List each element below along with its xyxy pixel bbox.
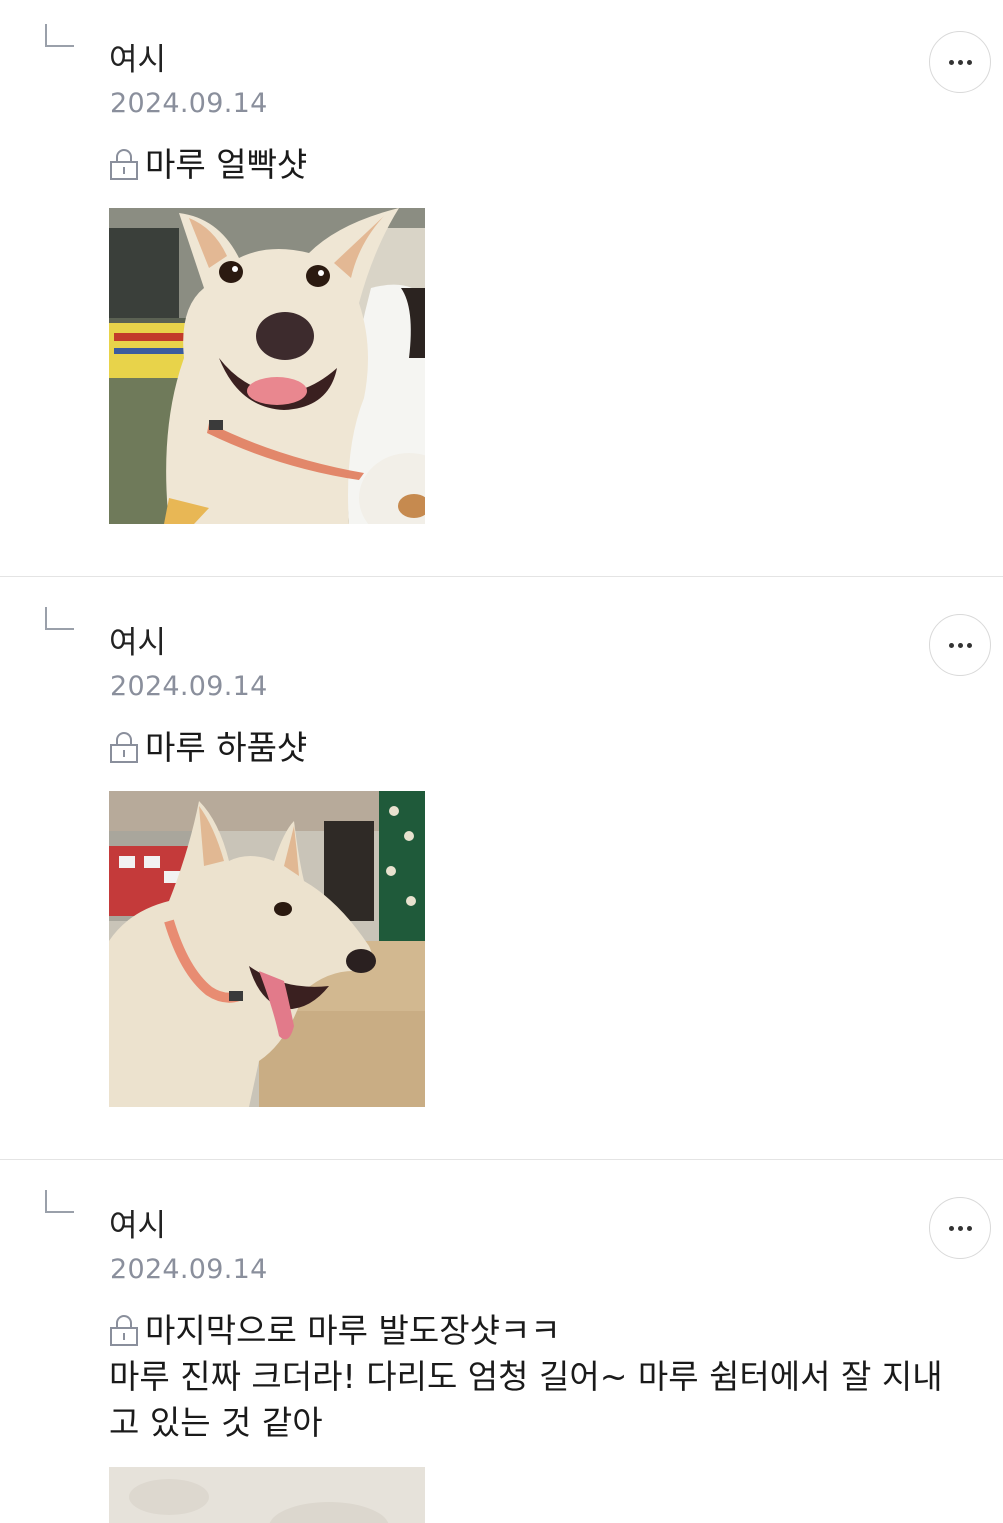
comment-item: 여시 2024.09.14 마루 하품샷 xyxy=(0,583,1003,1160)
comment-text: 마지막으로 마루 발도장샷ㅋㅋ xyxy=(145,1311,561,1350)
comment-line: 마루 얼빡샷 xyxy=(109,142,979,188)
more-options-button[interactable] xyxy=(929,614,991,676)
divider xyxy=(0,1159,1003,1160)
reply-arrow-icon xyxy=(45,1190,74,1213)
lock-icon xyxy=(110,732,138,763)
comment-body: 마지막으로 마루 발도장샷ㅋㅋ 마루 진짜 크더라! 다리도 엄청 길어~ 마루… xyxy=(109,1308,979,1446)
comment-body: 마루 하품샷 xyxy=(109,725,979,771)
comment-line: 마루 하품샷 xyxy=(109,725,979,771)
lock-icon xyxy=(110,1315,138,1346)
comment-text: 마루 하품샷 xyxy=(145,728,308,767)
comment-author: 여시 xyxy=(109,42,167,78)
comment-date: 2024.09.14 xyxy=(110,88,268,119)
comment-line: 고 있는 것 같아 xyxy=(109,1403,323,1442)
comment-text: 마루 얼빡샷 xyxy=(145,145,308,184)
divider xyxy=(0,576,1003,577)
comment-date: 2024.09.14 xyxy=(110,671,268,702)
comment-line: 마지막으로 마루 발도장샷ㅋㅋ xyxy=(109,1308,979,1354)
comment-author: 여시 xyxy=(109,1208,167,1244)
comment-line: 마루 진짜 크더라! 다리도 엄청 길어~ 마루 쉼터에서 잘 지내 xyxy=(109,1357,943,1396)
more-options-button[interactable] xyxy=(929,31,991,93)
dog-photo-face[interactable] xyxy=(109,208,425,524)
comment-item: 여시 2024.09.14 마지막으로 마루 발도장샷ㅋㅋ 마루 진짜 크더라!… xyxy=(0,1166,1003,1523)
more-horizontal-icon xyxy=(948,642,972,648)
more-horizontal-icon xyxy=(948,59,972,65)
dog-photo-yawn[interactable] xyxy=(109,791,425,1107)
comment-date: 2024.09.14 xyxy=(110,1254,268,1285)
more-horizontal-icon xyxy=(948,1225,972,1231)
comment-body: 마루 얼빡샷 xyxy=(109,142,979,188)
comment-item: 여시 2024.09.14 마루 얼빡샷 xyxy=(0,0,1003,577)
reply-arrow-icon xyxy=(45,607,74,630)
more-options-button[interactable] xyxy=(929,1197,991,1259)
paw-print-photo[interactable] xyxy=(109,1467,425,1523)
comment-author: 여시 xyxy=(109,625,167,661)
reply-arrow-icon xyxy=(45,24,74,47)
lock-icon xyxy=(110,149,138,180)
